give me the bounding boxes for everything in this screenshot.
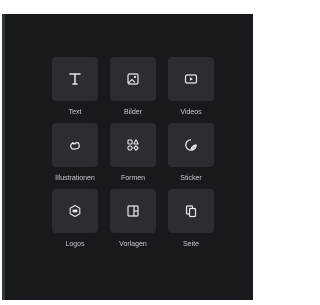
tile-box [52,189,98,233]
insert-shapes-button[interactable]: Formen [110,123,156,185]
tile-label: Formen [120,175,146,182]
tile-label: Text [68,109,82,116]
insert-text-button[interactable]: Text [52,57,98,119]
tile-label: Bilder [124,109,142,116]
page-icon [185,205,197,218]
insert-panel: Text Bilder Videos Illustrationen Formen… [2,14,253,300]
insert-illustrations-button[interactable]: Illustrationen [52,123,98,185]
tile-label: Logos [65,241,85,248]
image-icon [127,73,139,85]
template-icon [127,205,139,217]
tile-box [168,123,214,167]
insert-logos-button[interactable]: Logos [52,189,98,251]
insert-videos-button[interactable]: Videos [168,57,214,119]
insert-grid: Text Bilder Videos Illustrationen Formen… [52,57,214,251]
illustration-icon [70,141,80,150]
video-icon [184,74,198,84]
insert-stickers-button[interactable]: Sticker [168,123,214,185]
text-icon [69,73,81,85]
tile-label: Vorlagen [119,241,147,248]
tile-box [110,189,156,233]
sticker-icon [185,139,197,151]
insert-images-button[interactable]: Bilder [110,57,156,119]
tile-box [168,189,214,233]
insert-templates-button[interactable]: Vorlagen [110,189,156,251]
tile-box [110,123,156,167]
tile-label: Sticker [180,175,202,182]
logo-icon [69,204,81,218]
tile-box [52,123,98,167]
tile-box [110,57,156,101]
tile-box [52,57,98,101]
tile-label: Seite [183,241,199,248]
insert-page-button[interactable]: Seite [168,189,214,251]
tile-box [168,57,214,101]
tile-label: Illustrationen [55,175,95,182]
shapes-icon [127,139,139,151]
tile-label: Videos [180,109,202,116]
